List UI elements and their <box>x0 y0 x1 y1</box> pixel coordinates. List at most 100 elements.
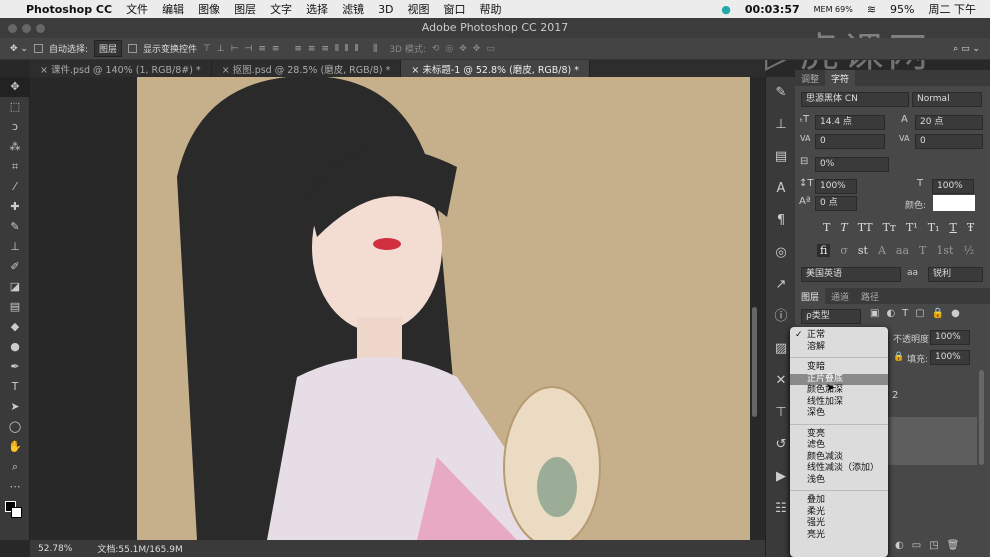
blend-normal[interactable]: ✓ 正常 <box>790 330 888 342</box>
menu-file[interactable]: 文件 <box>126 1 148 17</box>
layer-filter-icons[interactable]: ▣◐T▢🔒● <box>870 308 967 319</box>
discretionary-ligatures-button[interactable]: σ <box>840 244 848 257</box>
language-select[interactable]: 美国英语 <box>801 267 901 282</box>
faux-italic-button[interactable]: T <box>840 221 847 234</box>
lasso-tool-icon[interactable]: ↄ <box>0 117 30 137</box>
proportional-spacing-field[interactable]: 0% <box>815 157 889 172</box>
menu-view[interactable]: 视图 <box>408 1 430 17</box>
leading-field[interactable]: 20 点 <box>915 115 983 130</box>
baseline-shift-field[interactable]: 0 点 <box>815 196 857 211</box>
vertical-scrollbar[interactable] <box>752 307 757 417</box>
move-tool-icon[interactable]: ✥ <box>0 77 30 97</box>
tab-untitled[interactable]: × 未标题-1 @ 52.8% (磨皮, RGB/8) * <box>401 60 591 77</box>
stylistic-alternates-button[interactable]: A <box>878 244 886 257</box>
blend-color-dodge[interactable]: 颜色减淡 <box>790 452 888 464</box>
menu-app[interactable]: Photoshop CC <box>26 3 112 16</box>
character-panel-icon[interactable]: A <box>766 173 796 205</box>
tab-channels[interactable]: 通道 <box>825 288 855 304</box>
all-caps-button[interactable]: TT <box>858 221 873 234</box>
recorder-icon[interactable]: ● <box>721 3 731 16</box>
faux-bold-button[interactable]: T <box>823 221 830 234</box>
zoom-tool-icon[interactable]: ⌕ <box>0 457 30 477</box>
stamp-tool-icon[interactable]: ⊥ <box>0 237 30 257</box>
tab-koutu[interactable]: × 抠图.psd @ 28.5% (磨皮, RGB/8) * <box>212 60 402 77</box>
brush-settings-icon[interactable]: ✎ <box>766 77 796 109</box>
brush-tool-icon[interactable]: ✎ <box>0 217 30 237</box>
history-brush-icon[interactable]: ✐ <box>0 257 30 277</box>
tab-character[interactable]: 字符 <box>825 70 856 86</box>
menu-3d[interactable]: 3D <box>378 3 393 16</box>
menu-edit[interactable]: 编辑 <box>162 1 184 17</box>
antialias-select[interactable]: 锐利 <box>928 267 983 282</box>
battery-status[interactable]: 95% <box>890 3 914 16</box>
type-tool-icon[interactable]: T <box>0 377 30 397</box>
layer-footer-icons[interactable]: ◐▭◳🗑 <box>895 540 967 551</box>
layers-scrollbar[interactable] <box>979 370 984 465</box>
layer-filter-select[interactable]: ρ类型 <box>801 309 861 324</box>
align-icons[interactable]: ⊤⊥⊢⊣≡≡ ≡≡≡⫴⫴⫴ ⫼ <box>203 44 383 54</box>
blend-vivid-light[interactable]: 亮光 <box>790 530 888 542</box>
kerning-field[interactable]: 0 <box>815 134 885 149</box>
blend-darken[interactable]: 变暗 <box>790 362 888 374</box>
font-size-field[interactable]: 14.4 点 <box>815 115 885 130</box>
curves-icon[interactable]: ↗ <box>766 269 796 301</box>
libraries-icon[interactable]: ◎ <box>766 237 796 269</box>
lock-icon[interactable]: 🔒 <box>893 352 904 362</box>
minimize-window-button[interactable] <box>22 24 31 33</box>
subscript-button[interactable]: T₁ <box>928 221 940 234</box>
ligatures-button[interactable]: fi <box>817 244 831 257</box>
font-family-select[interactable]: 思源黑体 CN <box>801 92 909 107</box>
blend-darker-color[interactable]: 深色 <box>790 408 888 420</box>
wifi-icon[interactable]: ≋ <box>867 3 876 16</box>
search-icon[interactable]: ⌕ ▭ ⌄ <box>953 44 980 54</box>
marquee-tool-icon[interactable]: ⬚ <box>0 97 30 117</box>
magic-wand-tool-icon[interactable]: ⁂ <box>0 137 30 157</box>
menu-layer[interactable]: 图层 <box>234 1 256 17</box>
tab-layers[interactable]: 图层 <box>795 288 826 304</box>
auto-select-checkbox[interactable] <box>33 44 43 53</box>
clone-source-icon[interactable]: ⊥ <box>766 109 796 141</box>
zoom-level[interactable]: 52.78% <box>38 544 72 554</box>
blend-soft-light[interactable]: 柔光 <box>790 507 888 519</box>
canvas-area[interactable] <box>30 77 758 540</box>
font-style-select[interactable]: Normal <box>912 92 982 107</box>
blend-multiply[interactable]: 正片叠底 <box>790 373 888 385</box>
pen-tool-icon[interactable]: ✒ <box>0 357 30 377</box>
menu-filter[interactable]: 滤镜 <box>342 1 364 17</box>
blend-screen[interactable]: 滤色 <box>790 440 888 452</box>
blend-linear-dodge[interactable]: 线性减淡（添加） <box>790 463 888 475</box>
text-color-swatch[interactable] <box>933 195 975 211</box>
titling-alternates-button[interactable]: aa <box>896 244 909 257</box>
dodge-tool-icon[interactable]: ● <box>0 337 30 357</box>
auto-select-dropdown[interactable]: 图层 <box>94 40 123 57</box>
close-window-button[interactable] <box>8 24 17 33</box>
menu-image[interactable]: 图像 <box>198 1 220 17</box>
blend-lighter-color[interactable]: 浅色 <box>790 475 888 487</box>
horizontal-scale-field[interactable]: 100% <box>932 179 974 194</box>
menu-type[interactable]: 文字 <box>270 1 292 17</box>
blend-color-burn[interactable]: 颜色加深 <box>790 385 888 397</box>
shape-tool-icon[interactable]: ◯ <box>0 417 30 437</box>
ornaments-button[interactable]: T <box>919 244 926 257</box>
strikethrough-button[interactable]: Ŧ <box>967 221 974 234</box>
menu-select[interactable]: 选择 <box>306 1 328 17</box>
opacity-field[interactable]: 100% <box>930 330 970 345</box>
blend-linear-burn[interactable]: 线性加深 <box>790 397 888 409</box>
color-swatches-icon[interactable] <box>0 497 30 527</box>
more-tools-icon[interactable]: ⋯ <box>0 477 30 497</box>
tab-paths[interactable]: 路径 <box>855 288 885 304</box>
blend-hard-light[interactable]: 强光 <box>790 518 888 530</box>
blend-lighten[interactable]: 变亮 <box>790 429 888 441</box>
swash-button[interactable]: st <box>858 244 868 257</box>
menu-window[interactable]: 窗口 <box>444 1 466 17</box>
superscript-button[interactable]: T¹ <box>906 221 918 234</box>
blend-overlay[interactable]: 叠加 <box>790 495 888 507</box>
clock[interactable]: 周二 下午 <box>929 1 977 17</box>
blend-dissolve[interactable]: 溶解 <box>790 342 888 354</box>
eraser-tool-icon[interactable]: ◪ <box>0 277 30 297</box>
3d-tool-icons[interactable]: ⟲◎✥✥▭ <box>432 44 501 54</box>
tracking-field[interactable]: 0 <box>915 134 983 149</box>
paragraph-styles-icon[interactable]: ¶ <box>766 205 796 237</box>
zoom-window-button[interactable] <box>36 24 45 33</box>
vertical-scale-field[interactable]: 100% <box>815 179 857 194</box>
